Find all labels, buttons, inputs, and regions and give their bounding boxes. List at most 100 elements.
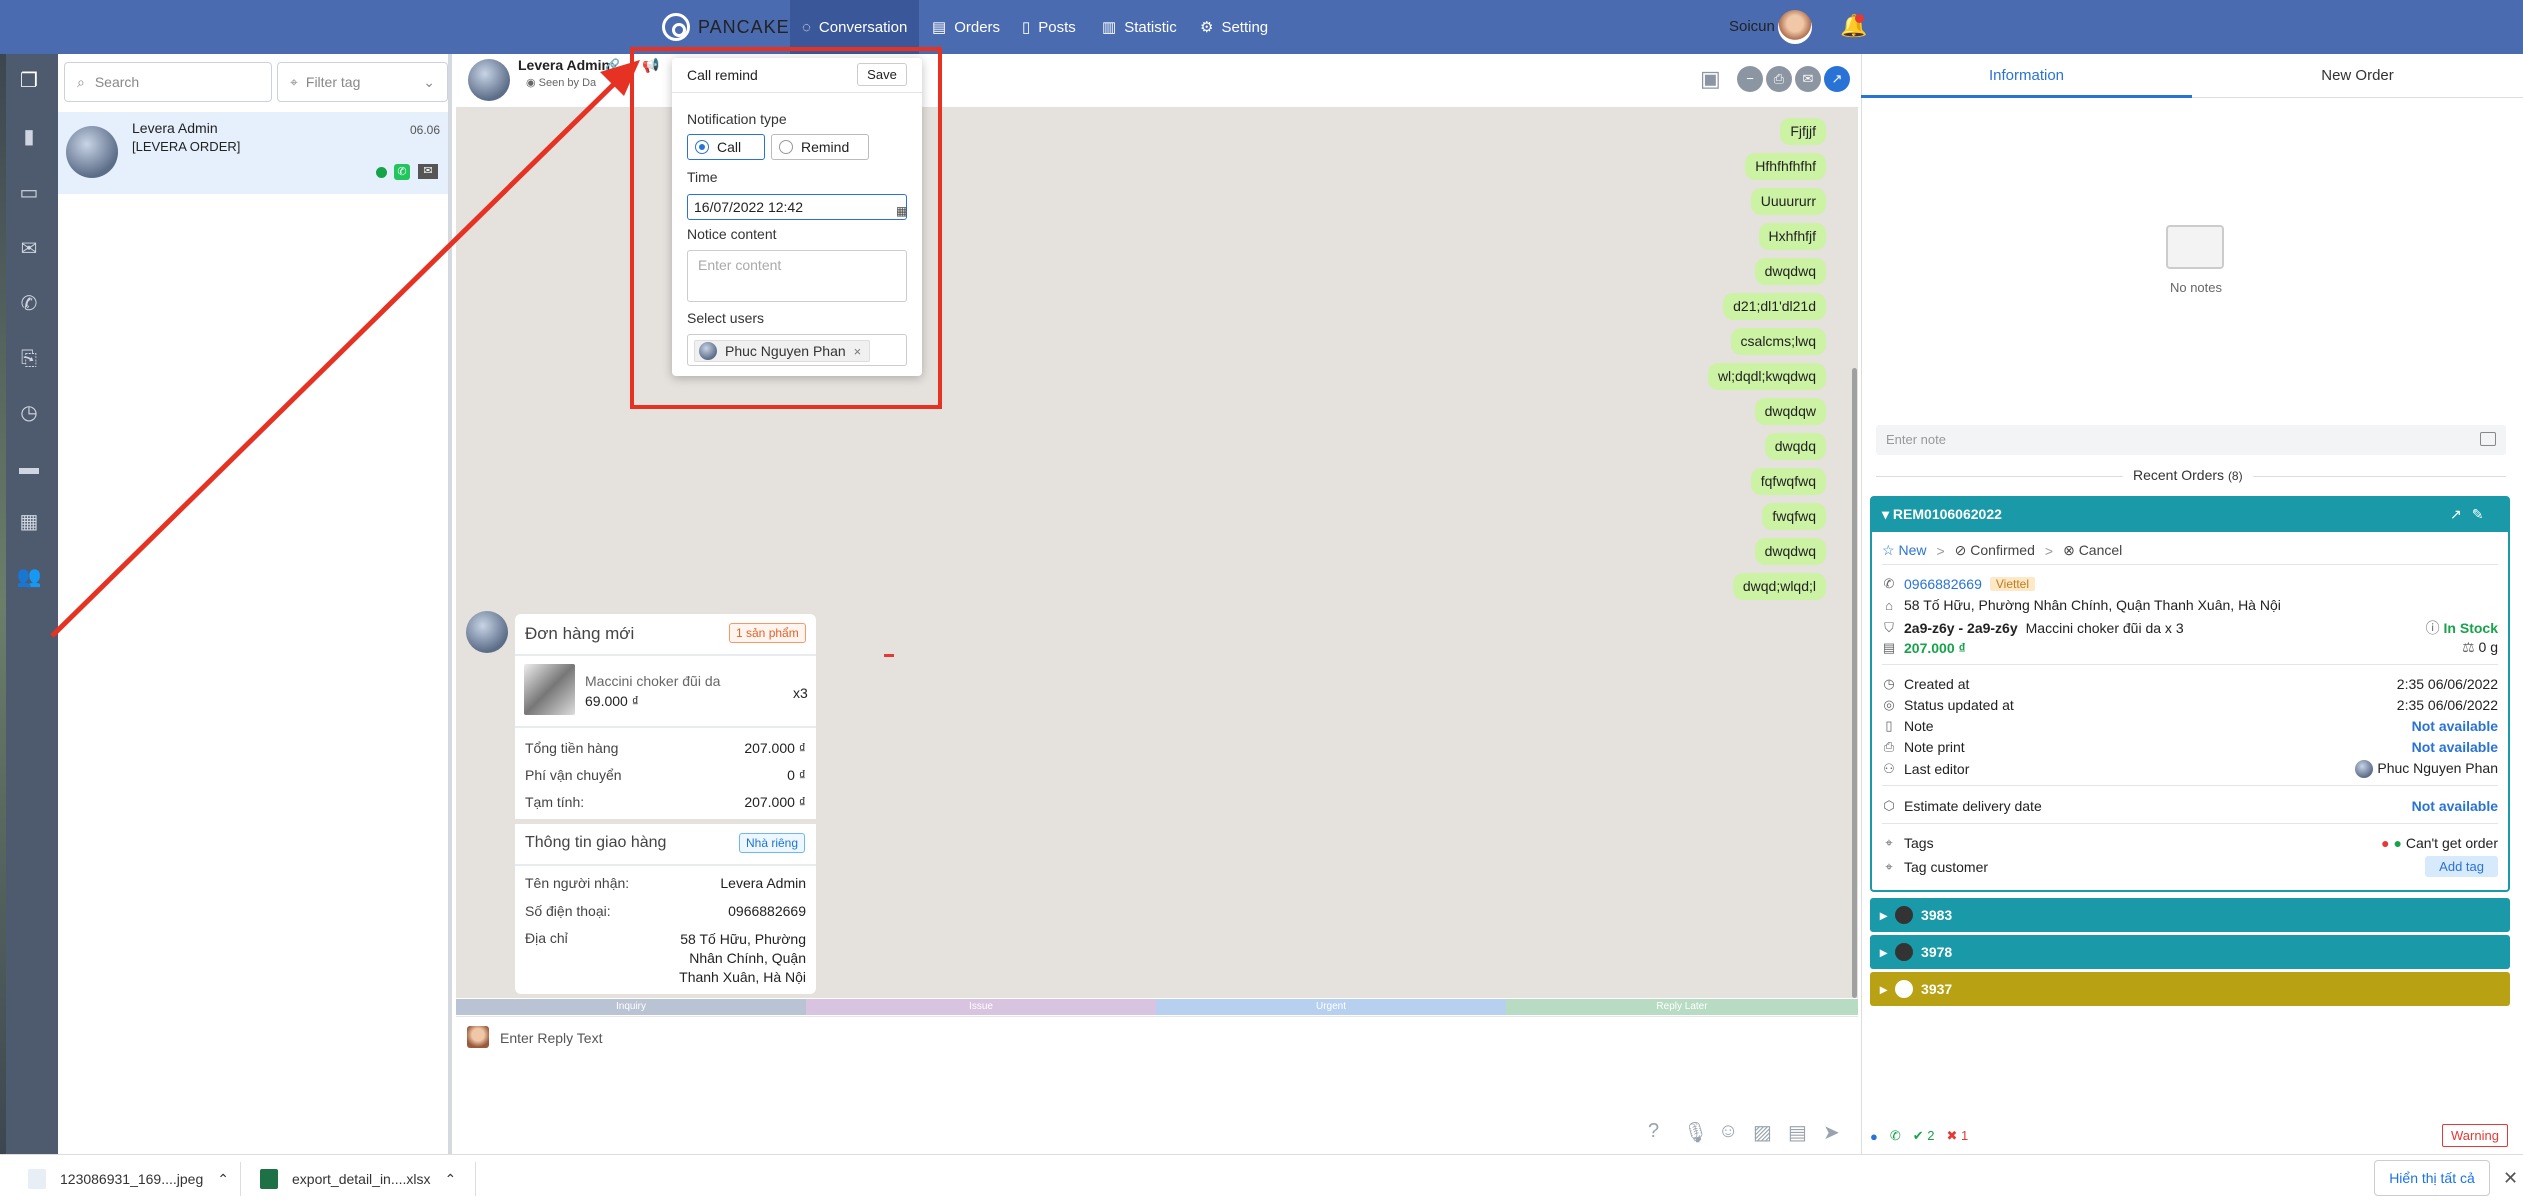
- clock-icon[interactable]: ◷: [14, 398, 44, 428]
- mail-icon[interactable]: ✉: [14, 234, 44, 264]
- download-item[interactable]: 123086931_169....jpeg ⌃: [28, 1164, 229, 1194]
- message-bubble[interactable]: fwqfwq: [1762, 503, 1826, 530]
- conversation-item[interactable]: Levera Admin [LEVERA ORDER] 06.06 ✆ ✉: [58, 112, 448, 194]
- message-bubble[interactable]: Uuuururr: [1750, 188, 1826, 215]
- nav-label: Conversation: [818, 18, 908, 36]
- note-input[interactable]: Enter note: [1876, 425, 2506, 455]
- status-new[interactable]: ☆ New: [1882, 542, 1926, 559]
- conversations-icon[interactable]: ❐: [14, 66, 44, 96]
- image-icon[interactable]: [2480, 432, 2496, 446]
- message-bubble[interactable]: dwqdwq: [1754, 258, 1826, 285]
- contact-card-icon[interactable]: ▣: [1700, 66, 1721, 92]
- pancake-logo[interactable]: PANCAKE: [662, 12, 790, 42]
- image-icon[interactable]: ▨: [1753, 1120, 1772, 1145]
- user-name[interactable]: Soicun: [1729, 18, 1775, 35]
- row-value: 0 ₫: [787, 767, 806, 783]
- message-bubble[interactable]: Hfhfhfhfhf: [1745, 153, 1826, 180]
- chevron-up-icon[interactable]: ⌃: [445, 1171, 457, 1188]
- phone-icon[interactable]: ✆: [1890, 1128, 1901, 1144]
- warning-button[interactable]: Warning: [2442, 1124, 2508, 1147]
- seen-status: ◉ Seen by Da: [526, 76, 596, 89]
- avatar: [466, 611, 508, 653]
- info-dot-icon[interactable]: ●: [1870, 1129, 1878, 1144]
- inbox-icon[interactable]: ✉: [1795, 66, 1821, 92]
- chevron-up-icon[interactable]: ⌃: [217, 1171, 229, 1188]
- message-bubble[interactable]: Fjfjjf: [1780, 118, 1826, 145]
- chat-contact-name[interactable]: Levera Admin: [518, 57, 610, 73]
- comment-icon[interactable]: ▭: [14, 178, 44, 208]
- user-avatar[interactable]: [1778, 10, 1812, 44]
- sub-order-3937[interactable]: ▸ 3937: [1870, 972, 2510, 1006]
- download-item[interactable]: export_detail_in....xlsx ⌃: [260, 1164, 456, 1194]
- avatar: [467, 1026, 489, 1048]
- status-confirmed[interactable]: ⊘ Confirmed: [1955, 542, 2035, 559]
- phone-icon[interactable]: ✆: [14, 289, 44, 319]
- order-sku: 2a9-z6y - 2a9-z6y: [1904, 620, 2018, 636]
- microphone-icon[interactable]: 🎙: [1683, 1120, 1708, 1145]
- recent-orders-count: (8): [2227, 469, 2243, 483]
- tag-inquiry[interactable]: Inquiry: [456, 999, 806, 1015]
- chat-scrollbar[interactable]: [1852, 368, 1857, 998]
- edit-icon[interactable]: ✎: [2472, 506, 2494, 522]
- emoji-icon[interactable]: ☺: [1718, 1120, 1738, 1143]
- nav-label: Setting: [1221, 18, 1269, 36]
- close-icon[interactable]: ✕: [2503, 1168, 2518, 1189]
- home-icon: ⌂: [1885, 597, 1893, 613]
- row-label: Tag customer: [1904, 858, 1989, 875]
- message-bubble[interactable]: dwqdqw: [1754, 398, 1826, 425]
- export-icon[interactable]: ⎘: [14, 344, 44, 374]
- tag-urgent[interactable]: Urgent: [1156, 999, 1506, 1015]
- help-icon[interactable]: ?: [1648, 1120, 1659, 1143]
- minus-icon[interactable]: −: [1737, 66, 1763, 92]
- online-dot: [376, 167, 387, 178]
- filter-tag-select[interactable]: ⌖ Filter tag ⌄: [277, 62, 448, 102]
- nav-conversation[interactable]: ◌ Conversation: [790, 0, 920, 54]
- users-icon[interactable]: 👥: [14, 562, 44, 592]
- card-icon[interactable]: ▬: [14, 453, 44, 483]
- send-icon[interactable]: ➤: [1823, 1120, 1840, 1145]
- product-qty: x3: [793, 685, 808, 701]
- conversation-name: Levera Admin: [132, 120, 218, 136]
- quick-reply-icon[interactable]: ▤: [1788, 1120, 1807, 1145]
- search-icon: ⌕: [77, 73, 85, 90]
- window-edge: [0, 54, 6, 1154]
- message-bubble[interactable]: Hxhfhfjf: [1758, 223, 1826, 250]
- cards-icon[interactable]: ▦: [14, 507, 44, 537]
- message-bubble[interactable]: dwqd;wlqd;l: [1732, 573, 1826, 600]
- success-count[interactable]: ✔ 2: [1913, 1128, 1935, 1144]
- bookmark-icon[interactable]: ▮: [14, 122, 44, 152]
- message-bubble[interactable]: dwqdq: [1764, 433, 1826, 460]
- order-phone[interactable]: 0966882669: [1904, 576, 1982, 592]
- show-all-downloads-button[interactable]: Hiển thị tất cả: [2374, 1160, 2490, 1196]
- printer-icon[interactable]: ⎙: [1766, 66, 1792, 92]
- nav-orders[interactable]: ▤ Orders: [920, 0, 1012, 54]
- tab-information[interactable]: Information: [1861, 54, 2192, 98]
- red-dot-icon: ●: [2381, 835, 2390, 851]
- recent-orders-label: Recent Orders: [2133, 467, 2225, 483]
- message-bubble[interactable]: dwqdwq: [1754, 538, 1826, 565]
- avatar: [2355, 760, 2374, 779]
- message-bubble[interactable]: fqfwqfwq: [1750, 468, 1826, 495]
- order-address-row: ⌂ 58 Tố Hữu, Phường Nhân Chính, Quận Than…: [1882, 597, 2498, 613]
- message-bubble[interactable]: csalcms;lwq: [1730, 328, 1826, 355]
- order-header[interactable]: ▾ REM0106062022: [1872, 498, 2508, 532]
- link-icon[interactable]: 🔗: [605, 58, 620, 72]
- message-bubble[interactable]: d21;dl1'dl21d: [1723, 293, 1826, 320]
- reply-input[interactable]: Enter Reply Text: [500, 1030, 602, 1046]
- status-cancel[interactable]: ⊗ Cancel: [2063, 542, 2122, 559]
- nav-posts[interactable]: ▯ Posts: [1010, 0, 1088, 54]
- add-tag-button[interactable]: Add tag: [2425, 856, 2498, 877]
- tag-issue[interactable]: Issue: [806, 999, 1156, 1015]
- search-input[interactable]: ⌕ Search: [64, 62, 272, 102]
- tab-new-order[interactable]: New Order: [2192, 54, 2523, 98]
- tag-reply-later[interactable]: Reply Later: [1506, 999, 1858, 1015]
- nav-statistic[interactable]: ▥ Statistic: [1090, 0, 1189, 54]
- message-bubble[interactable]: wl;dqdl;kwqdwq: [1707, 363, 1826, 390]
- order-status-steps: ☆ New > ⊘ Confirmed > ⊗ Cancel: [1882, 542, 2122, 559]
- nav-setting[interactable]: ⚙ Setting: [1188, 0, 1280, 54]
- error-count[interactable]: ✖ 1: [1947, 1128, 1969, 1144]
- sub-order-3978[interactable]: ▸ 3978: [1870, 935, 2510, 969]
- share-icon[interactable]: ↗: [1824, 66, 1850, 92]
- sub-order-3983[interactable]: ▸ 3983: [1870, 898, 2510, 932]
- chart-icon[interactable]: ↗: [2450, 506, 2472, 522]
